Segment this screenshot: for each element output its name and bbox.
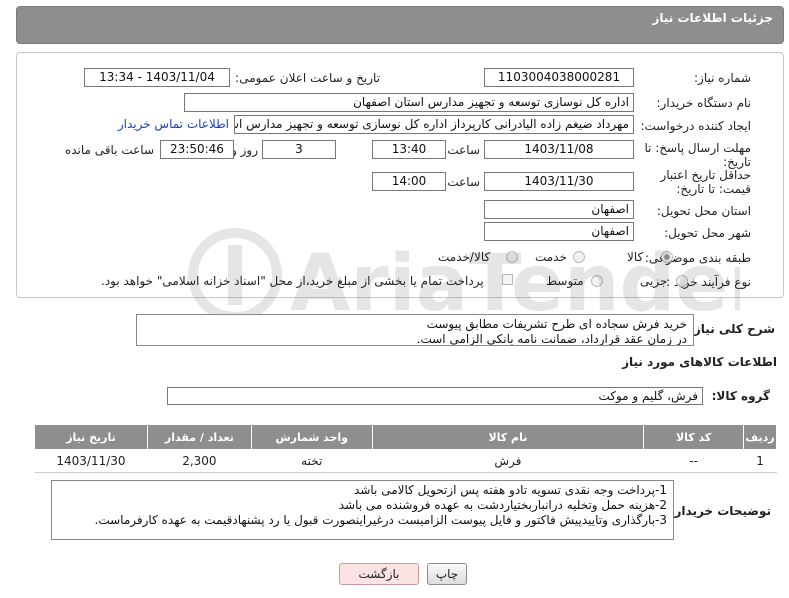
process-radio-medium[interactable] [591, 275, 603, 287]
creator-label: ایجاد کننده درخواست: [640, 119, 751, 133]
remaining-time-field: 23:50:46 [160, 140, 234, 159]
cell-date: 1403/11/30 [34, 449, 148, 473]
deadline-time-label: ساعت [447, 143, 480, 157]
need-number-field: 1103004038000281 [484, 68, 634, 87]
back-button[interactable]: بازگشت [339, 563, 419, 585]
category-radio-goods[interactable] [661, 251, 673, 263]
description-textarea[interactable]: خرید فرش سجاده ای طرح تشریفات مطابق پیوس… [136, 314, 694, 346]
process-radio-minor[interactable] [676, 275, 688, 287]
process-option-minor: جزیی [640, 274, 668, 288]
cell-code: -- [643, 449, 744, 473]
remaining-label: ساعت باقی مانده [64, 143, 154, 157]
deadline-time-field: 13:40 [372, 140, 446, 159]
goods-table-header: ردیف کد کالا نام کالا واحد شمارش تعداد /… [34, 424, 777, 450]
treasury-payment-note: پرداخت تمام یا بخشی از مبلغ خرید،از محل … [101, 274, 484, 288]
category-option-service: خدمت [535, 250, 567, 264]
need-number-label: شماره نیاز: [694, 71, 751, 85]
table-row: 1 -- فرش تخته 2,300 1403/11/30 [34, 449, 777, 473]
col-row: ردیف [743, 424, 777, 450]
print-button[interactable]: چاپ [427, 563, 467, 585]
page-title: جزئیات اطلاعات نیاز [652, 11, 773, 25]
province-field: اصفهان [484, 200, 634, 219]
validity-time-label: ساعت [447, 175, 480, 189]
province-label: استان محل تحویل: [656, 204, 751, 218]
remaining-days-field: 3 [262, 140, 336, 159]
cell-row: 1 [743, 449, 777, 473]
price-validity-label: حداقل تاریخ اعتبار قیمت: تا تاریخ: [660, 168, 751, 196]
col-unit: واحد شمارش [250, 424, 373, 450]
buyer-org-field: اداره کل نوسازی توسعه و تجهیز مدارس استا… [184, 93, 634, 112]
announce-datetime-label: تاریخ و ساعت اعلان عمومی: [235, 71, 380, 85]
category-option-goods: کالا [627, 250, 644, 264]
deadline-date-field: 1403/11/08 [484, 140, 634, 159]
announce-datetime-field: 1403/11/04 - 13:34 [84, 68, 230, 87]
col-name: نام کالا [371, 424, 645, 450]
city-field: اصفهان [484, 222, 634, 241]
days-label: روز و [231, 143, 258, 157]
validity-time-field: 14:00 [372, 172, 446, 191]
goods-section-title: اطلاعات کالاهای مورد نیاز [622, 355, 777, 369]
description-label: شرح کلی نیاز: [689, 322, 775, 336]
buyer-org-label: نام دستگاه خریدار: [656, 96, 752, 110]
category-radio-service[interactable] [573, 251, 585, 263]
validity-date-field: 1403/11/30 [484, 172, 634, 191]
cell-name: فرش [372, 449, 644, 473]
creator-field: مهرداد ضیغم زاده الیادرانی کارپرداز ادار… [234, 115, 634, 134]
col-quantity: تعداد / مقدار [146, 424, 252, 450]
deadline-label: مهلت ارسال پاسخ: تا تاریخ: [644, 141, 751, 169]
col-code: کد کالا [643, 424, 745, 450]
cell-unit: تخته [251, 449, 373, 473]
goods-group-label: گروه کالا: [711, 389, 770, 403]
treasury-checkbox[interactable] [502, 274, 513, 285]
buyer-notes-label: توضیحات خریدار: [669, 504, 771, 518]
buyer-contact-link[interactable]: اطلاعات تماس خریدار [118, 117, 229, 131]
goods-group-field: فرش، گلیم و موکت [167, 387, 703, 405]
goods-table: ردیف کد کالا نام کالا واحد شمارش تعداد /… [34, 424, 777, 473]
cell-quantity: 2,300 [147, 449, 252, 473]
category-radio-goods-service[interactable] [506, 251, 518, 263]
buyer-notes-textarea[interactable]: 1-پرداخت وجه نقدی تسویه تادو هفته پس ازت… [51, 480, 674, 540]
process-option-medium: متوسط [546, 274, 584, 288]
city-label: شهر محل تحویل: [664, 226, 751, 240]
col-date: تاریخ نیاز [34, 424, 148, 450]
category-option-goods-service: کالا/خدمت [438, 250, 491, 264]
